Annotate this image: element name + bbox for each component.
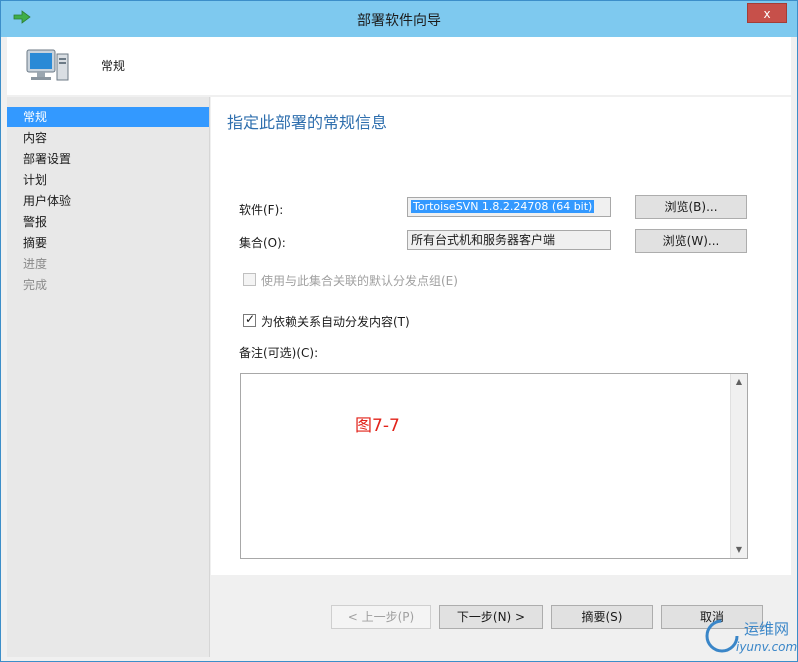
header-page-label: 常规 (101, 59, 126, 73)
summary-button[interactable]: 摘要(S) (551, 605, 653, 629)
nav-item-summary[interactable]: 摘要 (7, 233, 209, 253)
scroll-down-icon[interactable]: ▼ (731, 542, 747, 558)
next-button[interactable]: 下一步(N) > (439, 605, 543, 629)
nav-item-deployment-settings[interactable]: 部署设置 (7, 149, 209, 169)
checkmark-icon: ✓ (245, 312, 256, 326)
browse-collection-button[interactable]: 浏览(W)... (635, 229, 747, 253)
nav-item-progress: 进度 (23, 257, 48, 271)
comments-textarea[interactable]: ▲ ▼ (240, 373, 748, 559)
main-panel: 指定此部署的常规信息 软件(F): TortoiseSVN 1.8.2.2470… (211, 97, 791, 657)
scroll-up-icon[interactable]: ▲ (731, 374, 747, 390)
nav-item-content[interactable]: 内容 (7, 128, 209, 148)
window-title: 部署软件向导 (357, 13, 441, 29)
browse-software-button[interactable]: 浏览(B)... (635, 195, 747, 219)
nav-item-alerts[interactable]: 警报 (7, 212, 209, 232)
watermark-url: iyunv.com (736, 640, 798, 654)
nav-item-completion: 完成 (23, 278, 48, 292)
page-heading: 指定此部署的常规信息 (227, 113, 388, 132)
comments-scrollbar[interactable]: ▲ ▼ (730, 374, 747, 558)
comments-label: 备注(可选)(C): (239, 346, 319, 360)
default-dp-group-label: 使用与此集合关联的默认分发点组(E) (261, 274, 458, 288)
computer-icon (26, 49, 69, 81)
default-dp-group-checkbox (243, 273, 256, 286)
watermark-text: 运维网 (744, 620, 790, 638)
auto-distribute-label: 为依赖关系自动分发内容(T) (261, 315, 410, 329)
close-button[interactable]: x (747, 3, 787, 23)
software-value: TortoiseSVN 1.8.2.24708 (64 bit) (411, 200, 595, 213)
wizard-navigation: 常规 内容 部署设置 计划 用户体验 警报 摘要 进度 完成 (7, 97, 210, 657)
software-field[interactable]: TortoiseSVN 1.8.2.24708 (64 bit) (407, 197, 611, 217)
software-label: 软件(F): (239, 203, 284, 217)
wizard-header: 常规 (7, 37, 791, 95)
title-bar[interactable]: 部署软件向导 x (1, 1, 797, 37)
collection-field[interactable]: 所有台式机和服务器客户端 (407, 230, 611, 250)
collection-label: 集合(O): (239, 236, 286, 250)
nav-item-general[interactable]: 常规 (7, 107, 209, 127)
watermark: 运维网 iyunv.com (702, 612, 798, 660)
deploy-software-wizard-window: 部署软件向导 x 常规 常规 内容 部署设置 计划 用户体验 警报 摘要 进度 … (0, 0, 798, 662)
previous-button: < 上一步(P) (331, 605, 431, 629)
figure-caption: 图7-7 (355, 416, 400, 436)
auto-distribute-checkbox[interactable]: ✓ (243, 312, 256, 327)
nav-item-scheduling[interactable]: 计划 (7, 170, 209, 190)
nav-item-user-experience[interactable]: 用户体验 (7, 191, 209, 211)
